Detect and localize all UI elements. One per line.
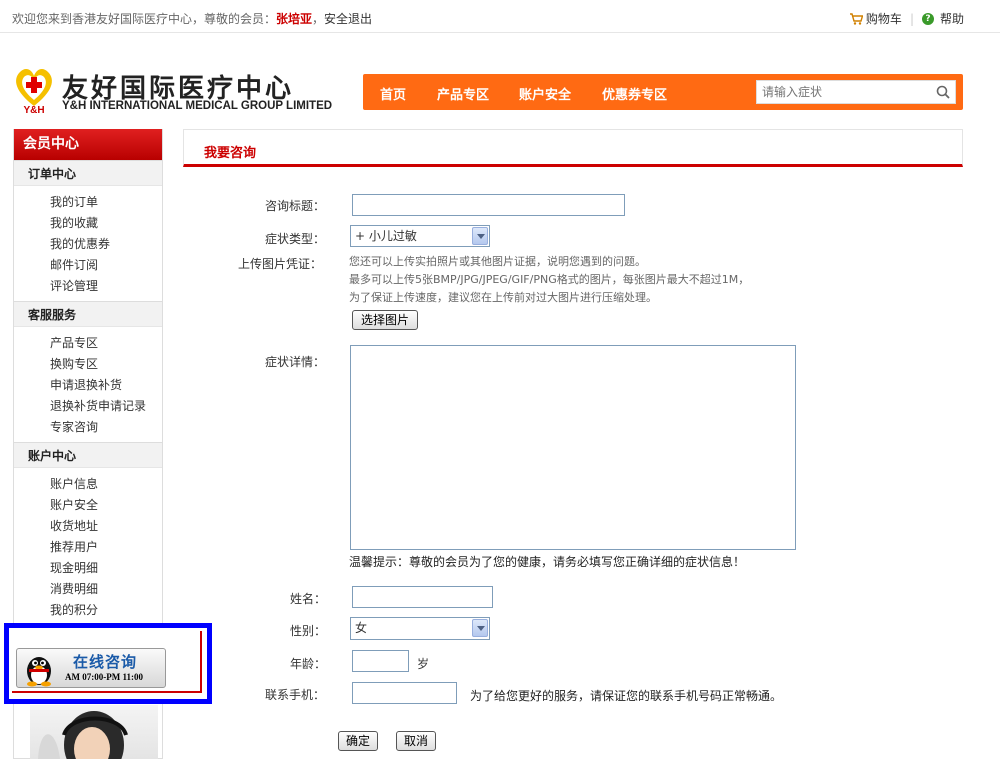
nav-item-home[interactable]: 首页 [380, 84, 406, 103]
sidebar-item-products[interactable]: 产品专区 [50, 333, 162, 354]
help-link[interactable]: 帮助 [940, 10, 964, 27]
help-icon[interactable]: ? [921, 12, 934, 25]
symptom-type-value: + 小儿过敏 [355, 229, 417, 243]
symptom-type-select[interactable]: + 小儿过敏 [350, 225, 490, 247]
upload-hint-3: 为了保证上传速度，建议您在上传前对过大图片进行压缩处理。 [349, 291, 657, 304]
nav-item-products[interactable]: 产品专区 [437, 84, 489, 103]
gender-select[interactable]: 女 [350, 617, 490, 640]
age-unit: 岁 [417, 657, 430, 671]
chevron-down-icon[interactable] [472, 619, 488, 637]
sidebar-item-account-info[interactable]: 账户信息 [50, 474, 162, 495]
symptom-type-label: 症状类型： [265, 232, 326, 246]
logo-english-name: Y&H INTERNATIONAL MEDICAL GROUP LIMITED [62, 100, 333, 112]
sidebar-group-account: 账户中心 [14, 442, 162, 468]
username[interactable]: 张培亚 [276, 12, 312, 26]
sidebar-item-cash-details[interactable]: 现金明细 [50, 558, 162, 579]
age-label: 年龄： [290, 657, 327, 671]
nav-item-account-security[interactable]: 账户安全 [519, 84, 571, 103]
name-input[interactable] [352, 586, 493, 608]
choose-image-button[interactable]: 选择图片 [352, 310, 418, 330]
online-consult-button[interactable]: 在线咨询 AM 07:00-PM 11:00 [16, 648, 166, 688]
gender-value: 女 [355, 621, 368, 635]
subject-input[interactable] [352, 194, 625, 216]
cart-link[interactable]: 购物车 [866, 10, 902, 27]
sidebar-item-spending-details[interactable]: 消费明细 [50, 579, 162, 600]
sidebar-item-exchange[interactable]: 换购专区 [50, 354, 162, 375]
top-bar: 欢迎您来到香港友好国际医疗中心，尊敬的会员：张培亚，安全退出 购物车 | ? 帮… [0, 0, 1000, 33]
cancel-button[interactable]: 取消 [396, 731, 436, 751]
sidebar-group-orders: 订单中心 [14, 160, 162, 186]
page-header: 我要咨询 [183, 129, 963, 167]
online-consult-highlight: 在线咨询 AM 07:00-PM 11:00 [4, 623, 212, 704]
qq-penguin-icon [27, 657, 51, 687]
phone-input[interactable] [352, 682, 457, 704]
sidebar-item-expert-consult[interactable]: 专家咨询 [50, 417, 162, 438]
subject-label: 咨询标题： [265, 199, 326, 213]
search-box [756, 80, 956, 104]
sidebar-item-return-records[interactable]: 退换补货申请记录 [50, 396, 162, 417]
upload-hint-1: 您还可以上传实拍照片或其他图片证据，说明您遇到的问题。 [349, 255, 646, 268]
logout-link[interactable]: 安全退出 [324, 12, 372, 26]
sidebar-item-favorites[interactable]: 我的收藏 [50, 213, 162, 234]
sidebar-item-referrals[interactable]: 推荐用户 [50, 537, 162, 558]
separator-comma: ， [312, 12, 325, 26]
search-icon[interactable] [936, 85, 950, 99]
customer-service-photo [30, 705, 158, 759]
sidebar-item-shipping-address[interactable]: 收货地址 [50, 516, 162, 537]
chevron-down-icon[interactable] [472, 227, 488, 245]
gender-label: 性别： [290, 624, 327, 638]
logo-mark-text: Y&H [23, 105, 44, 114]
online-consult-frame: 在线咨询 AM 07:00-PM 11:00 [12, 631, 202, 693]
detail-label: 症状详情： [265, 355, 326, 369]
site-logo[interactable]: Y&H 友好国际医疗中心 Y&H INTERNATIONAL MEDICAL G… [12, 66, 342, 114]
welcome-message: 欢迎您来到香港友好国际医疗中心，尊敬的会员：张培亚，安全退出 [12, 10, 372, 27]
page-title: 我要咨询 [204, 146, 257, 161]
detail-textarea[interactable] [350, 345, 796, 550]
sidebar-title: 会员中心 [14, 129, 162, 160]
upload-label: 上传图片凭证： [238, 257, 323, 271]
divider: | [909, 11, 914, 26]
main-nav: 首页 产品专区 账户安全 优惠券专区 [363, 74, 963, 110]
phone-tip: 为了给您更好的服务，请保证您的联系手机号码正常畅通。 [470, 689, 783, 703]
sidebar-item-my-points[interactable]: 我的积分 [50, 600, 162, 621]
cart-icon[interactable] [849, 12, 864, 25]
logo-heart-icon: Y&H [16, 69, 52, 114]
nav-item-coupons[interactable]: 优惠券专区 [602, 84, 667, 103]
sidebar-item-coupons[interactable]: 我的优惠券 [50, 234, 162, 255]
sidebar-item-review-management[interactable]: 评论管理 [50, 276, 162, 297]
sidebar-item-my-orders[interactable]: 我的订单 [50, 192, 162, 213]
online-consult-hours: AM 07:00-PM 11:00 [65, 672, 143, 682]
age-input[interactable] [352, 650, 409, 672]
sidebar-item-email-subscription[interactable]: 邮件订阅 [50, 255, 162, 276]
welcome-text: 欢迎您来到香港友好国际医疗中心，尊敬的会员： [12, 12, 277, 26]
sidebar-item-account-security[interactable]: 账户安全 [50, 495, 162, 516]
detail-tip: 温馨提示：尊敬的会员为了您的健康，请务必填写您正确详细的症状信息！ [349, 555, 746, 569]
search-input[interactable] [757, 81, 927, 103]
sidebar-item-return-request[interactable]: 申请退换补货 [50, 375, 162, 396]
confirm-button[interactable]: 确定 [338, 731, 378, 751]
name-label: 姓名： [290, 592, 327, 606]
phone-label: 联系手机： [265, 688, 326, 702]
upload-hint-2: 最多可以上传5张BMP/JPG/JPEG/GIF/PNG格式的图片，每张图片最大… [349, 273, 750, 286]
sidebar-group-service: 客服服务 [14, 301, 162, 327]
online-consult-label: 在线咨询 [73, 653, 138, 671]
